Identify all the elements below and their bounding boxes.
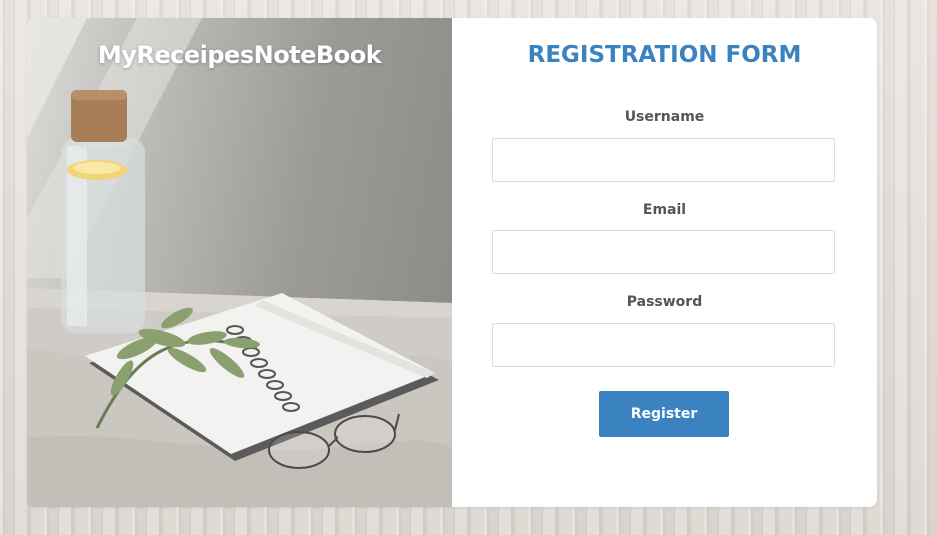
brand-title: MyReceipesNoteBook [97, 41, 382, 69]
form-title: REGISTRATION FORM [527, 42, 802, 68]
registration-form: REGISTRATION FORM Username Email Passwor… [452, 18, 877, 507]
password-input[interactable] [492, 323, 835, 367]
register-button[interactable]: Register [599, 391, 729, 437]
username-input[interactable] [492, 138, 835, 182]
email-label: Email [642, 202, 687, 218]
username-label: Username [624, 109, 705, 125]
hero-photo: MyReceipesNoteBook [27, 18, 452, 507]
still-life-illustration [27, 18, 452, 507]
password-label: Password [626, 294, 703, 310]
registration-card: MyReceipesNoteBook REGISTRATION FORM Use… [27, 18, 877, 507]
email-input[interactable] [492, 230, 835, 274]
